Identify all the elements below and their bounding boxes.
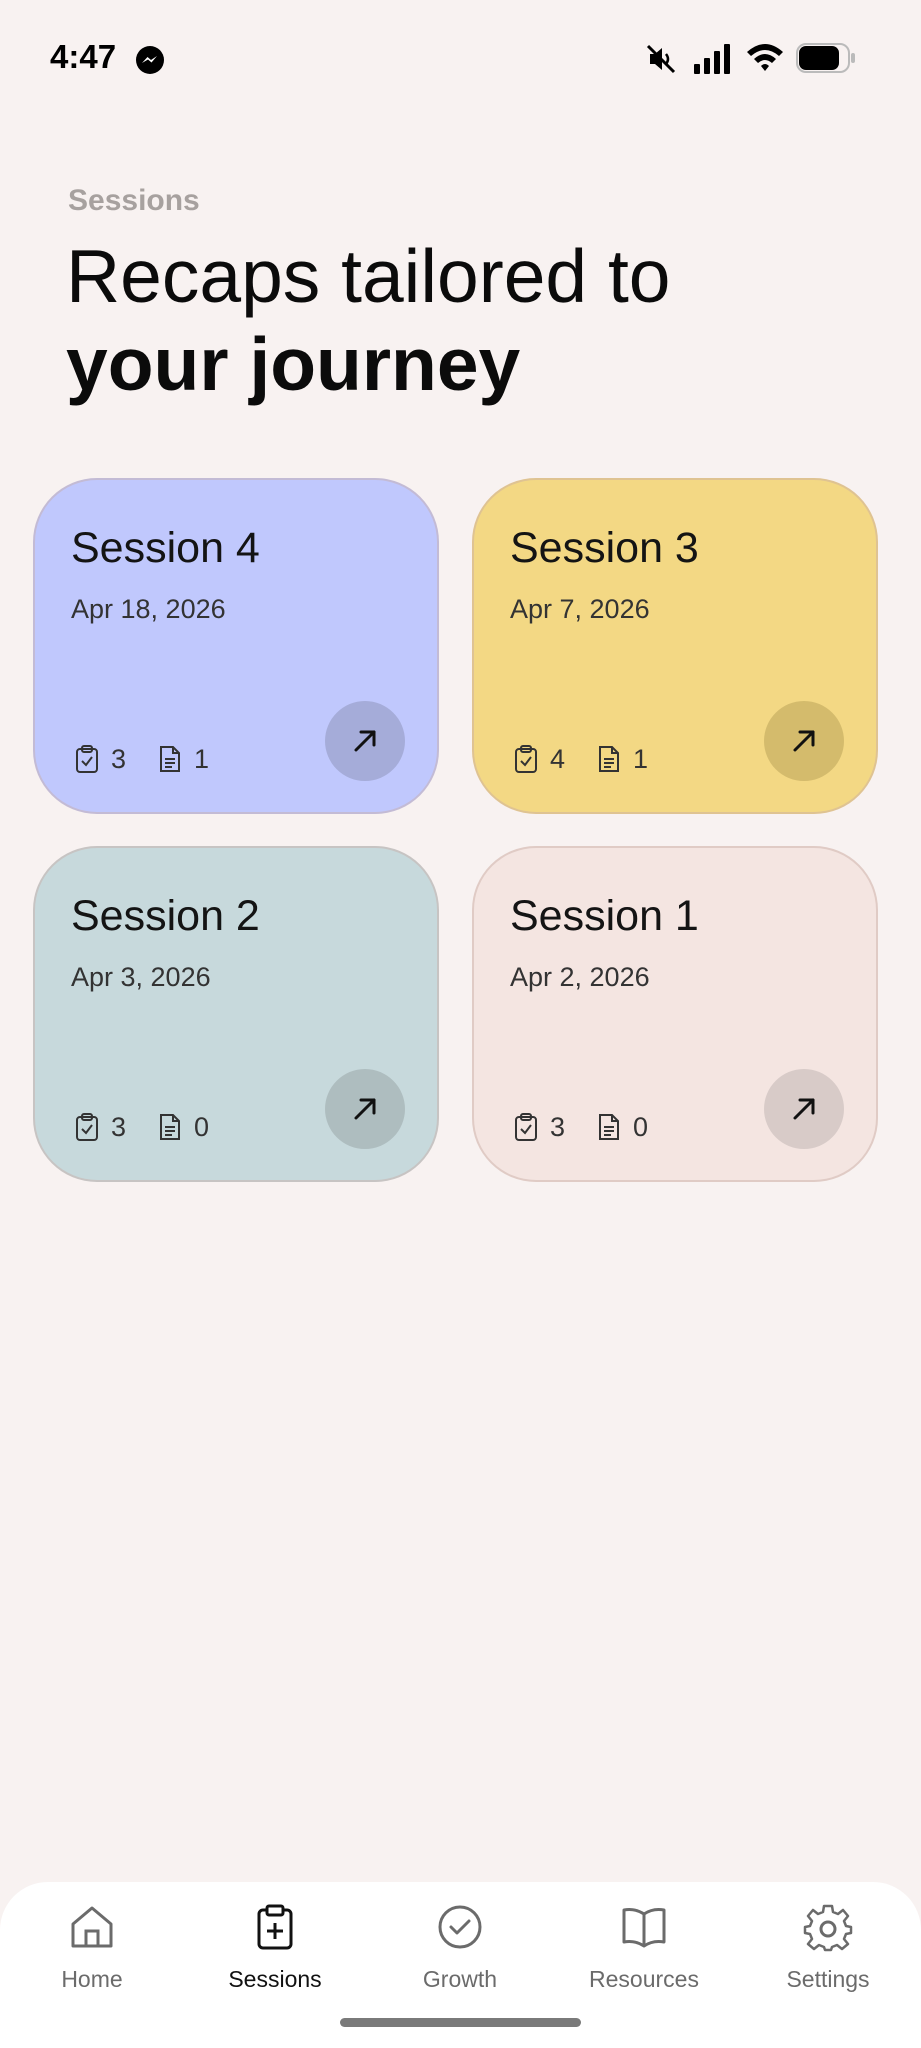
tab-label: Growth xyxy=(422,1966,498,1992)
clipboard-check-icon xyxy=(76,1113,98,1141)
task-count-value: 4 xyxy=(550,743,566,774)
clipboard-check-icon xyxy=(515,1113,537,1141)
note-count: 0 xyxy=(595,1112,648,1143)
task-count-value: 3 xyxy=(550,1111,566,1142)
document-icon xyxy=(160,746,181,772)
status-bar: 4:47 xyxy=(0,0,921,116)
session-date: Apr 7, 2026 xyxy=(510,594,650,624)
book-icon xyxy=(622,1908,666,1948)
note-count-value: 0 xyxy=(194,1111,210,1142)
document-icon xyxy=(599,1114,620,1140)
note-count: 1 xyxy=(595,744,648,775)
note-count: 0 xyxy=(156,1112,209,1143)
open-session-button[interactable] xyxy=(764,1069,844,1149)
task-count: 4 xyxy=(512,744,565,775)
clipboard-check-icon xyxy=(515,745,537,773)
task-count-value: 3 xyxy=(111,1111,127,1142)
session-title: Session 3 xyxy=(510,524,699,572)
arrow-up-right-icon xyxy=(354,730,376,752)
tab-label: Settings xyxy=(786,1966,870,1992)
note-count-value: 0 xyxy=(633,1111,649,1142)
open-session-button[interactable] xyxy=(325,1069,405,1149)
tab-growth[interactable]: Growth xyxy=(385,1902,535,2012)
session-stats: 3 0 xyxy=(73,1110,239,1144)
open-session-button[interactable] xyxy=(325,701,405,781)
mute-icon xyxy=(646,44,676,74)
task-count-value: 3 xyxy=(111,743,127,774)
tab-label: Home xyxy=(61,1966,123,1992)
tab-label: Resources xyxy=(589,1966,699,1992)
session-title: Session 1 xyxy=(510,892,699,940)
note-count-value: 1 xyxy=(633,743,649,774)
messenger-icon xyxy=(136,46,164,74)
task-count: 3 xyxy=(73,1112,126,1143)
clipboard-plus-icon xyxy=(257,1904,293,1950)
session-stats: 3 0 xyxy=(512,1110,678,1144)
arrow-up-right-icon xyxy=(354,1098,376,1120)
session-date: Apr 3, 2026 xyxy=(71,962,211,992)
note-count: 1 xyxy=(156,744,209,775)
tab-home[interactable]: Home xyxy=(17,1902,167,2012)
headline-line-1: Recaps tailored to xyxy=(66,234,671,318)
check-circle-icon xyxy=(438,1905,482,1949)
signal-icon xyxy=(694,44,730,74)
session-card[interactable]: Session 3 Apr 7, 2026 4 1 xyxy=(472,478,878,814)
note-count-value: 1 xyxy=(194,743,210,774)
arrow-up-right-icon xyxy=(793,730,815,752)
tab-resources[interactable]: Resources xyxy=(569,1902,719,2012)
home-indicator[interactable] xyxy=(340,2018,581,2027)
wifi-icon xyxy=(747,44,783,71)
document-icon xyxy=(599,746,620,772)
session-card[interactable]: Session 1 Apr 2, 2026 3 0 xyxy=(472,846,878,1182)
session-card[interactable]: Session 4 Apr 18, 2026 3 1 xyxy=(33,478,439,814)
tab-label: Sessions xyxy=(228,1966,322,1992)
status-time: 4:47 xyxy=(50,38,117,75)
session-title: Session 2 xyxy=(71,892,260,940)
session-stats: 3 1 xyxy=(73,742,239,776)
page-title: Recaps tailored to your journey xyxy=(66,232,866,408)
task-count: 3 xyxy=(512,1112,565,1143)
gear-icon xyxy=(803,1904,853,1952)
home-icon xyxy=(71,1906,113,1948)
session-date: Apr 2, 2026 xyxy=(510,962,650,992)
session-stats: 4 1 xyxy=(512,742,678,776)
session-card[interactable]: Session 2 Apr 3, 2026 3 0 xyxy=(33,846,439,1182)
battery-icon xyxy=(796,43,855,73)
session-date: Apr 18, 2026 xyxy=(71,594,226,624)
task-count: 3 xyxy=(73,744,126,775)
document-icon xyxy=(160,1114,181,1140)
section-eyebrow: Sessions xyxy=(68,184,200,217)
tab-settings[interactable]: Settings xyxy=(753,1902,903,2012)
open-session-button[interactable] xyxy=(764,701,844,781)
clipboard-check-icon xyxy=(76,745,98,773)
arrow-up-right-icon xyxy=(793,1098,815,1120)
session-title: Session 4 xyxy=(71,524,260,572)
tab-sessions[interactable]: Sessions xyxy=(200,1902,350,2012)
headline-line-2: your journey xyxy=(66,322,521,406)
